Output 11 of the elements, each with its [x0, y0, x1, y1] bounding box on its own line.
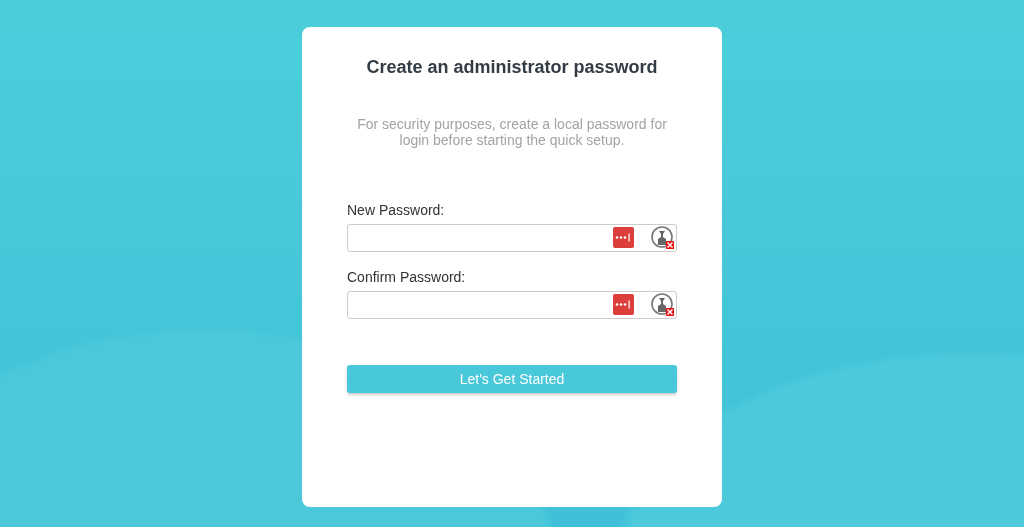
keyhole-icon[interactable]: [651, 293, 675, 317]
password-manager-icon[interactable]: [613, 227, 634, 248]
description-text: For security purposes, create a local password for login before starting the quick setup.: [356, 116, 668, 148]
password-field[interactable]: [347, 291, 677, 319]
keyhole-icon[interactable]: [651, 226, 675, 250]
password-manager-icon[interactable]: [613, 294, 634, 315]
get-started-button[interactable]: Let's Get Started: [347, 365, 677, 393]
dialog-title: Create an administrator password: [365, 56, 659, 79]
field-label: Confirm Password:: [347, 269, 467, 285]
field-label: New Password:: [347, 202, 446, 218]
password-field[interactable]: [347, 224, 677, 252]
